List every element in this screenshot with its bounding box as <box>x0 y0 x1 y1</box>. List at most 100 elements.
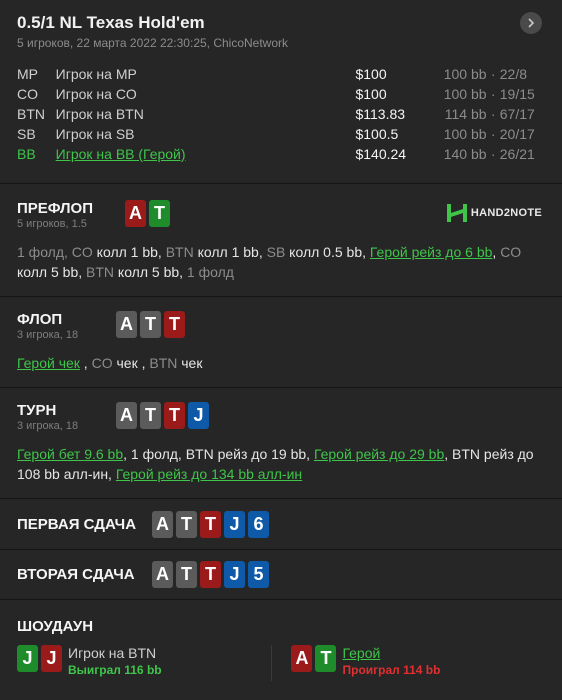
hero-action-link[interactable]: Герой рейз до 134 bb алл-ин <box>116 466 302 482</box>
action-text: колл 5 bb, <box>114 264 187 280</box>
playing-card: T <box>164 402 185 429</box>
action-text: , <box>444 446 453 462</box>
action-text: CO <box>91 355 113 371</box>
action-text: BTN <box>165 244 194 260</box>
action-text: колл 1 bb, <box>193 244 267 260</box>
action-text: BTN <box>86 264 115 280</box>
action-text: SB <box>266 244 286 260</box>
street-title: ПЕРВАЯ СДАЧА <box>17 515 137 533</box>
playing-card: A <box>116 402 137 429</box>
street-subtitle: 3 игрока, 18 <box>17 329 79 341</box>
player-stack-bb: 140 bb <box>443 146 487 162</box>
hero-action-link[interactable]: Герой бет 9.6 bb <box>17 446 123 462</box>
flop-actions: Герой чек , CO чек , BTN чек <box>17 353 545 373</box>
hand-subtitle: 5 игроков, 22 марта 2022 22:30:25, Chico… <box>17 36 289 50</box>
second-run-section: ВТОРАЯ СДАЧА ATTJ5 <box>0 550 562 600</box>
street-title: ШОУДАУН <box>17 618 94 635</box>
board-cards: ATTJ6 <box>152 510 269 538</box>
playing-card: A <box>125 200 146 227</box>
action-text: чек , <box>112 355 150 371</box>
player-name: Игрок на BTN <box>55 106 144 122</box>
player-stack-bb: 114 bb <box>444 106 487 122</box>
playing-card: T <box>176 510 197 538</box>
action-text: 1 фолд, <box>17 244 72 260</box>
preflop-section: ПРЕФЛОП 5 игроков, 1.5 AT HAND2NOTE 1 фо… <box>0 184 562 297</box>
player-stack-bb: 100 bb <box>443 86 487 102</box>
playing-card: A <box>152 510 173 538</box>
action-text: CO <box>500 244 522 260</box>
player-name: Игрок на MP <box>55 66 137 82</box>
separator: · <box>490 86 496 102</box>
showdown-info: Герой Проиграл 114 bb <box>342 645 440 677</box>
hero-cards: AT <box>125 200 170 227</box>
player-stats: 67/17 <box>499 106 535 122</box>
playing-card: J <box>224 561 245 588</box>
playing-card: J <box>17 645 38 672</box>
playing-card: A <box>152 561 173 588</box>
action-text: 1 фолд <box>186 264 234 280</box>
player-row: SB Игрок на SB $100.5 100 bb · 20/17 <box>17 124 545 144</box>
playing-card: 5 <box>248 561 269 588</box>
action-text: чек <box>177 355 203 371</box>
player-position: CO <box>17 86 38 102</box>
player-name: Игрок на SB <box>55 126 135 142</box>
board-cards: ATTJ5 <box>152 561 269 588</box>
hand-title: 0.5/1 NL Texas Hold'em <box>17 13 205 32</box>
playing-card: T <box>315 645 337 672</box>
street-subtitle: 3 игрока, 18 <box>17 420 79 432</box>
player-stack: $100 <box>355 66 387 82</box>
showdown-player-name[interactable]: Герой <box>342 645 440 661</box>
hero-action-link[interactable]: Герой чек <box>17 355 80 371</box>
player-position: SB <box>17 126 36 142</box>
street-title: ФЛОП <box>17 311 63 328</box>
action-text: колл 0.5 bb, <box>285 244 370 260</box>
playing-card: T <box>149 200 170 227</box>
hand-history-panel: 0.5/1 NL Texas Hold'em 5 игроков, 22 мар… <box>0 0 562 700</box>
player-stats: 19/15 <box>499 86 535 102</box>
street-title: ТУРН <box>17 402 57 419</box>
hero-action-link[interactable]: Герой рейз до 6 bb <box>370 244 493 260</box>
showdown-result: Проиграл 114 bb <box>342 663 441 677</box>
action-text: , 1 фолд, <box>123 446 186 462</box>
flop-section: ФЛОП 3 игрока, 18 ATT Герой чек , CO чек… <box>0 297 562 388</box>
player-stack: $100.5 <box>355 126 399 142</box>
preflop-actions: 1 фолд, CO колл 1 bb, BTN колл 1 bb, SB … <box>17 242 545 282</box>
hand-header: 0.5/1 NL Texas Hold'em 5 игроков, 22 мар… <box>0 0 562 184</box>
divider <box>270 645 272 681</box>
playing-card: A <box>291 645 313 672</box>
showdown-section: ШОУДАУН J J Игрок на BTN Выиграл 116 bb A T Ге… <box>0 600 562 700</box>
player-row: BTN Игрок на BTN $113.83 114 bb · 67/17 <box>17 104 545 124</box>
playing-card: T <box>140 311 161 338</box>
turn-section: ТУРН 3 игрока, 18 ATTJ Герой бет 9.6 bb,… <box>0 388 562 499</box>
next-hand-button[interactable] <box>520 12 542 34</box>
player-row: MP Игрок на MP $100 100 bb · 22/8 <box>17 64 545 84</box>
player-stack-bb: 100 bb <box>443 66 487 82</box>
player-position: BB <box>17 146 36 162</box>
action-text: CO <box>71 244 93 260</box>
action-text: колл 5 bb, <box>17 264 87 280</box>
player-stack: $100 <box>355 86 387 102</box>
player-stats: 22/8 <box>499 66 527 82</box>
board-cards: ATTJ <box>116 402 209 429</box>
player-stack: $113.83 <box>355 106 406 122</box>
player-row: BB Игрок на BB (Герой) $140.24 140 bb · 26/21 <box>17 144 545 164</box>
showdown-player: J J Игрок на BTN Выиграл 116 bb <box>17 645 271 681</box>
playing-card: J <box>224 510 245 538</box>
hero-action-link[interactable]: Герой рейз до 29 bb <box>314 446 444 462</box>
player-position: BTN <box>17 106 45 122</box>
player-stack-bb: 100 bb <box>443 126 487 142</box>
playing-card: J <box>41 645 62 672</box>
hand2note-mark-icon <box>446 204 467 222</box>
hand2note-logo: HAND2NOTE <box>446 204 542 222</box>
separator: · <box>490 66 496 82</box>
separator: · <box>490 146 496 162</box>
player-position: MP <box>17 66 38 82</box>
first-run-section: ПЕРВАЯ СДАЧА ATTJ6 <box>0 499 562 550</box>
player-hole-cards: JJ <box>17 645 62 672</box>
street-title: ПРЕФЛОП <box>17 200 93 217</box>
showdown-player-name: Игрок на BTN <box>68 645 157 661</box>
action-text: колл 1 bb, <box>92 244 166 260</box>
player-name[interactable]: Игрок на BB (Герой) <box>56 146 356 162</box>
playing-card: T <box>200 561 221 588</box>
playing-card: 6 <box>248 510 269 538</box>
